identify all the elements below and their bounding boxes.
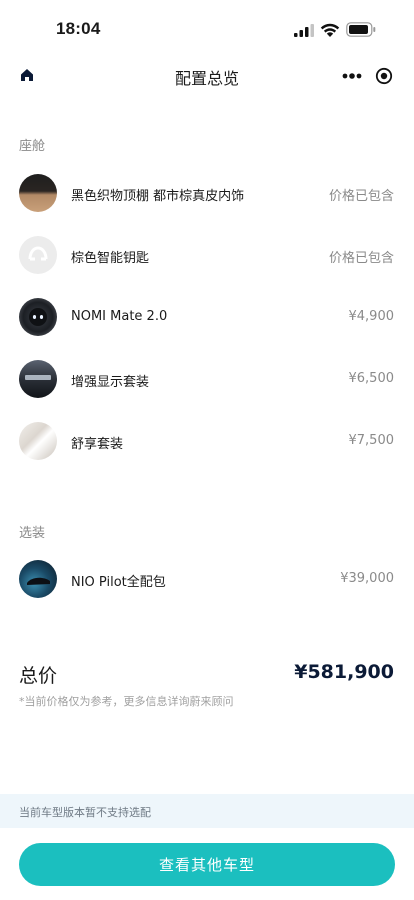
nomi-thumb bbox=[19, 298, 57, 336]
notice-bar: 当前车型版本暂不支持选配 bbox=[0, 794, 414, 828]
car-icon bbox=[27, 577, 50, 585]
section-title-options: 选装 bbox=[19, 526, 46, 541]
status-time: 18:04 bbox=[56, 19, 101, 38]
wifi-icon bbox=[320, 23, 340, 37]
more-button[interactable] bbox=[336, 60, 368, 92]
item-name: NOMI Mate 2.0 bbox=[71, 309, 168, 324]
notice-text: 当前车型版本暂不支持选配 bbox=[19, 806, 151, 819]
total-price: ¥581,900 bbox=[294, 661, 394, 683]
more-icon bbox=[342, 73, 362, 79]
item-price: ¥7,500 bbox=[348, 433, 395, 448]
item-price: ¥4,900 bbox=[348, 309, 395, 324]
close-miniprogram-button[interactable] bbox=[368, 60, 400, 92]
list-item: NOMI Mate 2.0 ¥4,900 bbox=[0, 297, 414, 337]
item-name: 黑色织物顶棚 都市棕真皮内饰 bbox=[71, 189, 245, 204]
section-title-cabin: 座舱 bbox=[19, 139, 46, 154]
total-label: 总价 bbox=[19, 665, 58, 687]
view-other-models-button[interactable]: 查看其他车型 bbox=[19, 843, 395, 886]
key-icon bbox=[28, 246, 48, 261]
interior-trim-thumb bbox=[19, 174, 57, 212]
battery-icon bbox=[346, 22, 376, 37]
list-item: 舒享套装 ¥7,500 bbox=[0, 421, 414, 461]
item-name: 舒享套装 bbox=[71, 437, 124, 452]
target-icon bbox=[375, 67, 393, 85]
signal-icon bbox=[294, 24, 314, 37]
list-item: 棕色智能钥匙 价格已包含 bbox=[0, 235, 414, 275]
mini-program-capsule bbox=[336, 60, 400, 92]
item-price: 价格已包含 bbox=[328, 251, 394, 266]
item-price: 价格已包含 bbox=[328, 189, 394, 204]
price-disclaimer: *当前价格仅为参考，更多信息详询蔚来顾问 bbox=[19, 695, 234, 708]
nav-bar: 配置总览 bbox=[0, 56, 414, 92]
display-thumb bbox=[19, 360, 57, 398]
list-item: 黑色织物顶棚 都市棕真皮内饰 价格已包含 bbox=[0, 173, 414, 213]
smart-key-thumb bbox=[19, 236, 57, 274]
item-name: 棕色智能钥匙 bbox=[71, 251, 150, 266]
item-name: 增强显示套装 bbox=[71, 375, 150, 390]
status-bar: 18:04 bbox=[0, 0, 414, 56]
list-item: 增强显示套装 ¥6,500 bbox=[0, 359, 414, 399]
item-name: NIO Pilot全配包 bbox=[71, 575, 166, 590]
nomi-face-icon bbox=[29, 308, 47, 326]
list-item: NIO Pilot全配包 ¥39,000 bbox=[0, 559, 414, 599]
comfort-thumb bbox=[19, 422, 57, 460]
display-icon bbox=[25, 375, 51, 380]
item-price: ¥39,000 bbox=[340, 571, 394, 586]
item-price: ¥6,500 bbox=[348, 371, 395, 386]
pilot-thumb bbox=[19, 560, 57, 598]
